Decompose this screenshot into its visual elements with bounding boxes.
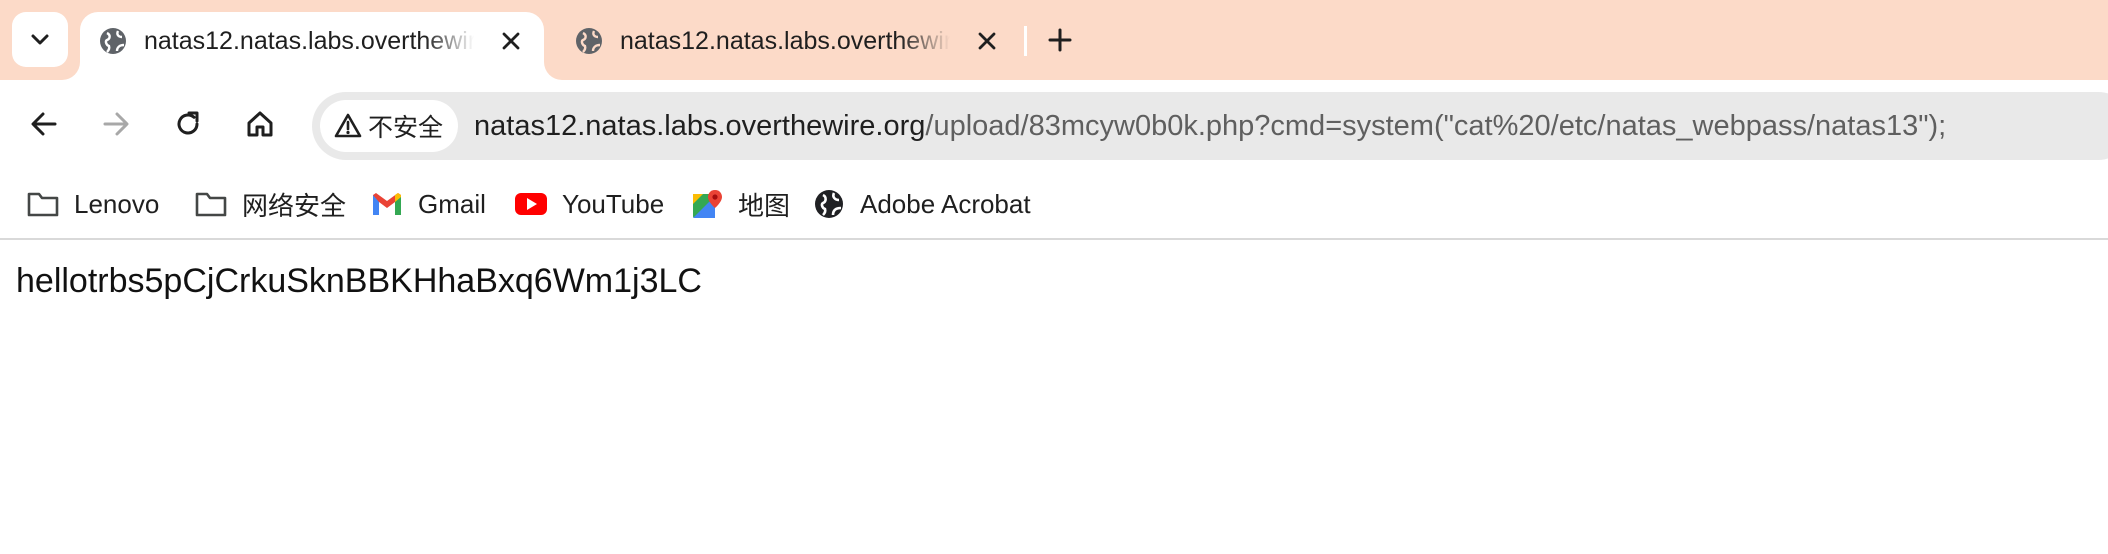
close-icon bbox=[978, 32, 996, 50]
command-output-text: hellotrbs5pCjCrkuSknBBKHhaBxq6Wm1j3LC bbox=[16, 262, 702, 300]
page-content: hellotrbs5pCjCrkuSknBBKHhaBxq6Wm1j3LC bbox=[0, 240, 2108, 554]
bookmark-label: Lenovo bbox=[74, 188, 160, 219]
forward-button[interactable] bbox=[94, 102, 138, 146]
toolbar: 不安全 natas12.natas.labs.overthewire.org/u… bbox=[0, 80, 2108, 172]
tab-active[interactable]: natas12.natas.labs.overthewire.org bbox=[80, 12, 544, 80]
security-label: 不安全 bbox=[368, 114, 444, 142]
home-button[interactable] bbox=[238, 102, 282, 146]
bookmark-label: Gmail bbox=[418, 188, 486, 219]
security-chip[interactable]: 不安全 bbox=[320, 100, 458, 152]
tab-title: natas12.natas.labs.overthewire.org bbox=[620, 27, 950, 55]
warning-icon bbox=[334, 113, 362, 138]
tab-divider bbox=[1024, 26, 1027, 56]
bookmark-maps[interactable]: 地图 bbox=[690, 182, 790, 226]
tab-title: natas12.natas.labs.overthewire.org bbox=[144, 27, 474, 55]
bookmark-youtube[interactable]: YouTube bbox=[514, 182, 664, 226]
close-icon bbox=[502, 32, 520, 50]
bookmark-label: YouTube bbox=[562, 188, 665, 219]
globe-icon bbox=[100, 28, 126, 54]
bookmark-label: 网络安全 bbox=[242, 190, 347, 221]
back-button[interactable] bbox=[22, 102, 66, 146]
bookmark-label: 地图 bbox=[738, 190, 791, 221]
plus-icon bbox=[1048, 28, 1072, 52]
bookmark-gmail[interactable]: Gmail bbox=[370, 182, 486, 226]
folder-icon bbox=[194, 187, 228, 221]
url-text[interactable]: natas12.natas.labs.overthewire.org/uploa… bbox=[474, 106, 1946, 146]
tab-strip: natas12.natas.labs.overthewire.org natas… bbox=[0, 0, 2108, 80]
globe-icon bbox=[576, 28, 602, 54]
tab-inactive[interactable]: natas12.natas.labs.overthewire.org bbox=[556, 12, 1020, 80]
close-tab-button[interactable] bbox=[496, 26, 526, 56]
reload-button[interactable] bbox=[166, 102, 210, 146]
reload-icon bbox=[177, 111, 199, 135]
folder-icon bbox=[26, 187, 60, 221]
gmail-icon bbox=[370, 187, 404, 221]
close-tab-button[interactable] bbox=[972, 26, 1002, 56]
bookmark-network-security[interactable]: 网络安全 bbox=[194, 182, 346, 226]
arrow-right-icon bbox=[103, 112, 129, 136]
bookmark-lenovo[interactable]: Lenovo bbox=[26, 182, 159, 226]
globe-icon bbox=[812, 187, 846, 221]
url-host: natas12.natas.labs.overthewire.org bbox=[474, 110, 926, 142]
chevron-down-icon bbox=[31, 34, 49, 44]
tab-search-button[interactable] bbox=[12, 12, 68, 67]
bookmark-label: Adobe Acrobat bbox=[860, 188, 1031, 219]
youtube-icon bbox=[514, 187, 548, 221]
address-bar[interactable]: 不安全 natas12.natas.labs.overthewire.org/u… bbox=[312, 92, 2108, 160]
maps-icon bbox=[690, 187, 724, 221]
arrow-left-icon bbox=[31, 112, 57, 136]
home-icon bbox=[247, 111, 273, 137]
new-tab-button[interactable] bbox=[1040, 20, 1080, 60]
url-path: /upload/83mcyw0b0k.php?cmd=system("cat%2… bbox=[925, 110, 1947, 142]
bookmark-adobe-acrobat[interactable]: Adobe Acrobat bbox=[812, 182, 1031, 226]
bookmarks-bar: Lenovo 网络安全 Gmail YouTube 地图 Adobe Acrob… bbox=[0, 172, 2108, 240]
